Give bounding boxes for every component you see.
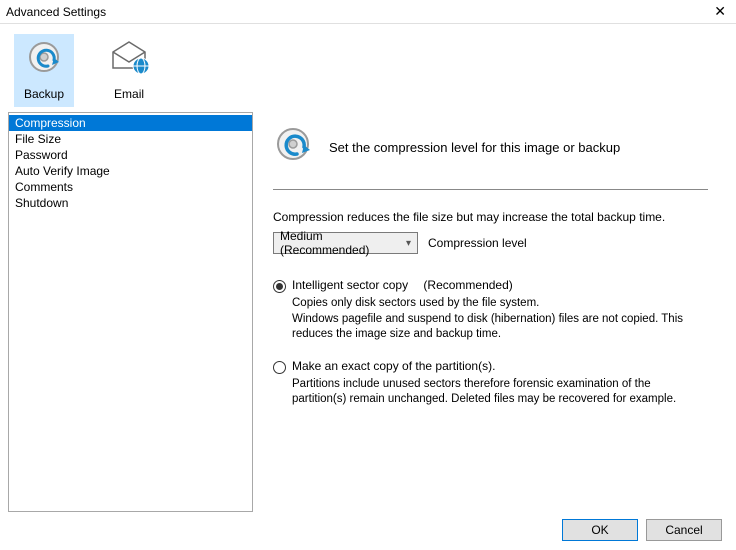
sidebar-item-comments[interactable]: Comments xyxy=(9,179,252,195)
panel-header: Set the compression level for this image… xyxy=(273,126,708,190)
compression-level-select[interactable]: Medium (Recommended) ▾ xyxy=(273,232,418,254)
close-icon[interactable]: ✕ xyxy=(710,3,730,20)
toolbar: Backup Email xyxy=(0,24,736,112)
sidebar-item-compression[interactable]: Compression xyxy=(9,115,252,131)
radio-exact-description: Partitions include unused sectors theref… xyxy=(292,377,708,408)
toolbar-tab-backup[interactable]: Backup xyxy=(14,34,74,107)
compression-level-value: Medium (Recommended) xyxy=(280,229,406,257)
panel-title: Set the compression level for this image… xyxy=(329,140,620,155)
radio-icon xyxy=(273,361,286,374)
compression-level-row: Medium (Recommended) ▾ Compression level xyxy=(273,232,708,254)
radio-exact-label: Make an exact copy of the partition(s). xyxy=(292,359,495,373)
radio-exact-copy[interactable]: Make an exact copy of the partition(s). … xyxy=(273,359,708,408)
content-area: Compression File Size Password Auto Veri… xyxy=(0,112,736,512)
sidebar-item-password[interactable]: Password xyxy=(9,147,252,163)
titlebar: Advanced Settings ✕ xyxy=(0,0,736,24)
settings-category-list: Compression File Size Password Auto Veri… xyxy=(8,112,253,512)
disk-refresh-icon xyxy=(25,40,63,81)
window-title: Advanced Settings xyxy=(6,5,106,19)
radio-intelligent-recommended: (Recommended) xyxy=(423,278,512,292)
chevron-down-icon: ▾ xyxy=(406,238,411,249)
compression-level-label: Compression level xyxy=(428,236,527,250)
cancel-button[interactable]: Cancel xyxy=(646,519,722,541)
toolbar-tab-backup-label: Backup xyxy=(24,87,64,101)
toolbar-tab-email-label: Email xyxy=(114,87,144,101)
settings-panel: Set the compression level for this image… xyxy=(253,112,728,512)
radio-intelligent-label: Intelligent sector copy xyxy=(292,278,408,292)
radio-icon xyxy=(273,280,286,293)
panel-description: Compression reduces the file size but ma… xyxy=(273,210,708,224)
sidebar-item-auto-verify-image[interactable]: Auto Verify Image xyxy=(9,163,252,179)
sidebar-item-file-size[interactable]: File Size xyxy=(9,131,252,147)
toolbar-tab-email[interactable]: Email xyxy=(98,34,160,107)
ok-button[interactable]: OK xyxy=(562,519,638,541)
envelope-globe-icon xyxy=(108,40,150,81)
radio-intelligent-sector-copy[interactable]: Intelligent sector copy (Recommended) Co… xyxy=(273,278,708,343)
dialog-footer: OK Cancel xyxy=(0,512,736,548)
copy-mode-group: Intelligent sector copy (Recommended) Co… xyxy=(273,278,708,408)
disk-refresh-icon xyxy=(273,126,313,169)
radio-intelligent-description: Copies only disk sectors used by the fil… xyxy=(292,296,708,343)
sidebar-item-shutdown[interactable]: Shutdown xyxy=(9,195,252,211)
